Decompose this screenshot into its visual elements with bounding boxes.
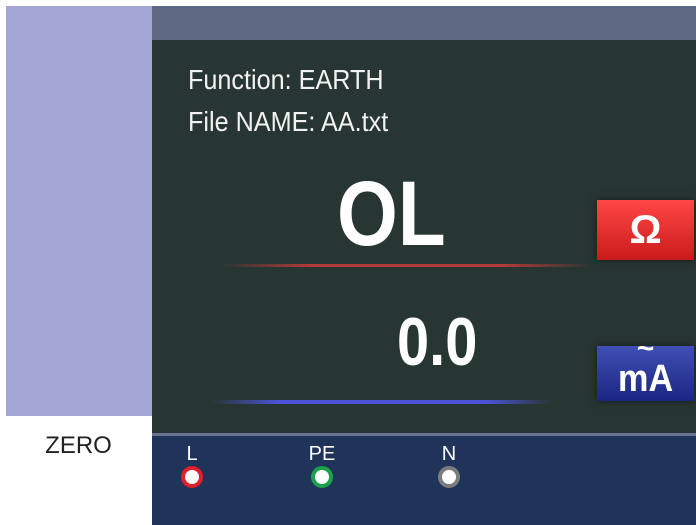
terminal-pe: PE <box>302 444 342 488</box>
terminal-l: L <box>172 444 212 488</box>
file-name-label: File NAME: AA.txt <box>188 106 389 137</box>
left-sidebar <box>6 6 152 416</box>
milliamp-ac-unit-button[interactable]: ~ mA <box>597 333 694 401</box>
zero-button[interactable]: ZERO <box>12 416 145 517</box>
ohm-unit-label: Ω <box>629 207 662 252</box>
milliamp-unit-label: mA <box>617 357 674 400</box>
top-status-bar <box>152 6 696 40</box>
function-label: Function: EARTH <box>188 64 384 95</box>
terminal-pe-socket-icon <box>311 466 333 488</box>
terminal-l-label: L <box>186 443 198 465</box>
ohm-unit-button[interactable]: Ω <box>597 200 694 260</box>
secondary-reading-underline <box>212 400 552 404</box>
main-reading-underline <box>222 264 592 267</box>
terminal-l-socket-icon <box>181 466 203 488</box>
measurement-display: Function: EARTH File NAME: AA.txt OL 0.0… <box>152 40 696 433</box>
main-reading: OL <box>337 163 446 265</box>
terminal-n-socket-icon <box>438 466 460 488</box>
secondary-reading: 0.0 <box>397 304 478 380</box>
terminal-pe-label: PE <box>308 443 336 465</box>
terminal-n: N <box>429 444 469 488</box>
terminal-n-label: N <box>441 443 457 465</box>
terminal-strip: L PE N <box>152 436 696 525</box>
